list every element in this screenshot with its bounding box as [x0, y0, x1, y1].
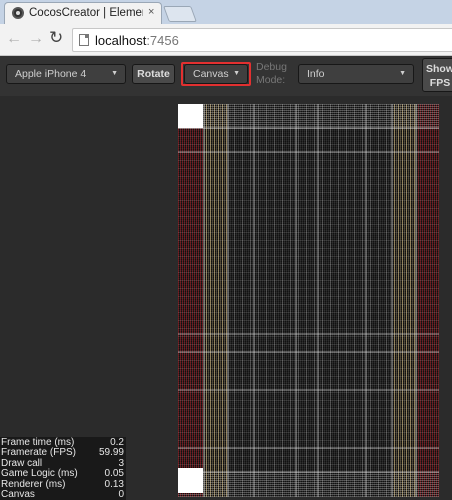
stat-label: Canvas [1, 489, 35, 500]
dropdown-arrow-icon: ▼ [111, 70, 118, 77]
stat-value: 59.99 [98, 447, 124, 459]
url-input[interactable]: localhost:7456 [72, 28, 452, 52]
url-text: localhost:7456 [95, 33, 179, 48]
new-tab-button[interactable] [163, 6, 197, 22]
debug-mode-value: Info [307, 68, 325, 80]
page-icon [79, 34, 89, 46]
dropdown-arrow-icon: ▼ [399, 70, 406, 77]
rotate-button[interactable]: Rotate [132, 64, 175, 84]
browser-tabstrip: CocosCreator | Elemen × [0, 0, 452, 24]
white-corner-block [178, 468, 203, 493]
white-corner-block [178, 104, 203, 128]
cocos-logo-icon [12, 7, 24, 19]
stat-value: 0 [118, 489, 124, 500]
close-tab-icon[interactable]: × [148, 6, 154, 18]
back-arrow-icon[interactable]: ← [6, 30, 22, 48]
reload-icon[interactable]: ↻ [49, 29, 63, 47]
forward-arrow-icon[interactable]: → [28, 30, 44, 48]
stat-value: 0.05 [104, 468, 124, 480]
device-select-value: Apple iPhone 4 [15, 68, 87, 80]
debug-mode-label: Debug Mode: [256, 61, 287, 86]
debug-mode-select[interactable]: Info ▼ [298, 64, 414, 84]
preview-toolbar: Apple iPhone 4 ▼ Rotate Canvas ▼ Debug M… [0, 56, 452, 96]
show-fps-button[interactable]: Show FPS [422, 58, 452, 92]
stat-row: Canvas 0 [1, 490, 124, 500]
game-canvas[interactable] [178, 104, 439, 497]
browser-tab[interactable]: CocosCreator | Elemen × [4, 2, 162, 24]
stat-label: Framerate (FPS) [1, 447, 77, 459]
address-bar-row: ← → ↻ localhost:7456 [0, 24, 452, 56]
url-host: localhost [95, 33, 147, 48]
stat-label: Game Logic (ms) [1, 468, 78, 480]
tab-title: CocosCreator | Elemen [29, 7, 143, 19]
highlight-annotation [181, 62, 251, 86]
url-port: :7456 [146, 33, 179, 48]
device-select[interactable]: Apple iPhone 4 ▼ [6, 64, 126, 84]
stats-overlay: Frame time (ms) 0.2 Framerate (FPS) 59.99 Dr… [0, 437, 126, 500]
